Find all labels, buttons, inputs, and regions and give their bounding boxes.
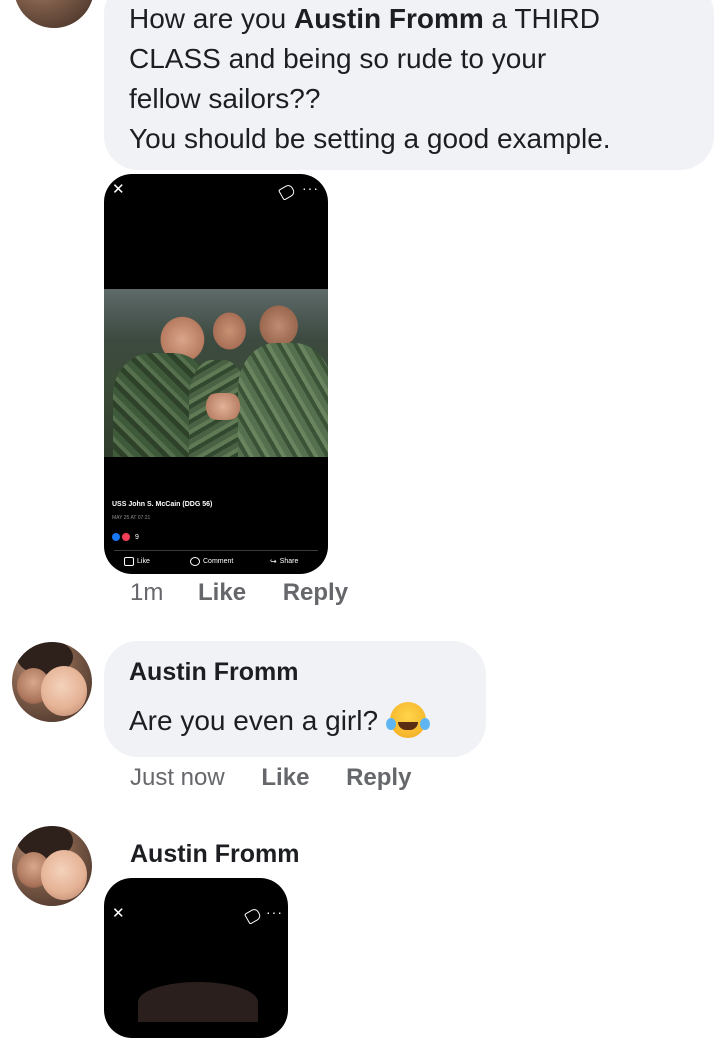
thumbs-up-icon: [124, 557, 134, 566]
comment-text-1: How are you Austin Fromm a THIRD CLASS a…: [129, 3, 611, 154]
photo-hair-preview: [138, 982, 258, 1022]
comment-bubble-1[interactable]: How are you Austin Fromm a THIRD CLASS a…: [104, 0, 714, 170]
reactions-summary: 9: [112, 533, 139, 541]
screenshot-attachment-2[interactable]: ✕ ···: [104, 878, 288, 1038]
more-options-icon: ···: [302, 180, 319, 196]
close-icon: ✕: [112, 905, 125, 922]
post-share-action: ↪ Share: [270, 557, 298, 566]
like-button[interactable]: Like: [261, 764, 309, 791]
comment-icon: [190, 557, 200, 566]
screenshot-attachment-1[interactable]: ✕ ··· USS John S. McCain (DDG 56) MAY 25…: [104, 174, 328, 574]
comment-bubble-2[interactable]: Austin Fromm Are you even a girl?: [104, 641, 486, 757]
emoji-tear: [385, 718, 396, 730]
photo-detail: [238, 342, 328, 457]
close-icon: ✕: [112, 181, 125, 198]
military-photo: [104, 289, 328, 457]
more-options-icon: ···: [266, 904, 283, 920]
post-share-label: Share: [279, 558, 299, 565]
emoji-tear: [419, 718, 430, 730]
avatar-commenter-1[interactable]: [14, 0, 94, 28]
photo-detail: [202, 393, 243, 421]
comment-meta-2: Just now Like Reply: [130, 764, 411, 792]
mention-austin-fromm[interactable]: Austin Fromm: [294, 3, 484, 34]
comment-time: 1m: [130, 579, 164, 606]
post-comment-action: Comment: [190, 557, 233, 566]
reaction-count: 9: [135, 533, 139, 541]
post-date: MAY 25 AT 07:21: [112, 515, 151, 521]
avatar-austin-fromm[interactable]: [12, 642, 92, 722]
avatar-face: [40, 850, 88, 900]
like-button[interactable]: Like: [198, 579, 246, 606]
avatar-face: [40, 666, 88, 716]
reply-button[interactable]: Reply: [283, 579, 348, 606]
post-comment-label: Comment: [203, 558, 234, 565]
comment-author[interactable]: Austin Fromm: [130, 840, 299, 869]
tag-icon: [277, 183, 297, 201]
post-like-label: Like: [137, 558, 150, 565]
post-page-name: USS John S. McCain (DDG 56): [112, 501, 213, 508]
share-icon: ↪: [270, 557, 277, 566]
comment-time: Just now: [130, 764, 225, 791]
laughing-crying-emoji-icon: [385, 702, 430, 738]
like-reaction-icon: [112, 533, 120, 541]
comment-meta-1: 1m Like Reply: [130, 579, 348, 607]
comment-author[interactable]: Austin Fromm: [129, 658, 298, 687]
reply-button[interactable]: Reply: [346, 764, 411, 791]
post-like-action: Like: [124, 557, 150, 566]
love-reaction-icon: [122, 533, 130, 541]
tag-icon: [243, 907, 263, 925]
comment-text-2: Are you even a girl?: [129, 701, 430, 741]
post-action-divider: [114, 550, 318, 551]
avatar-austin-fromm[interactable]: [12, 826, 92, 906]
